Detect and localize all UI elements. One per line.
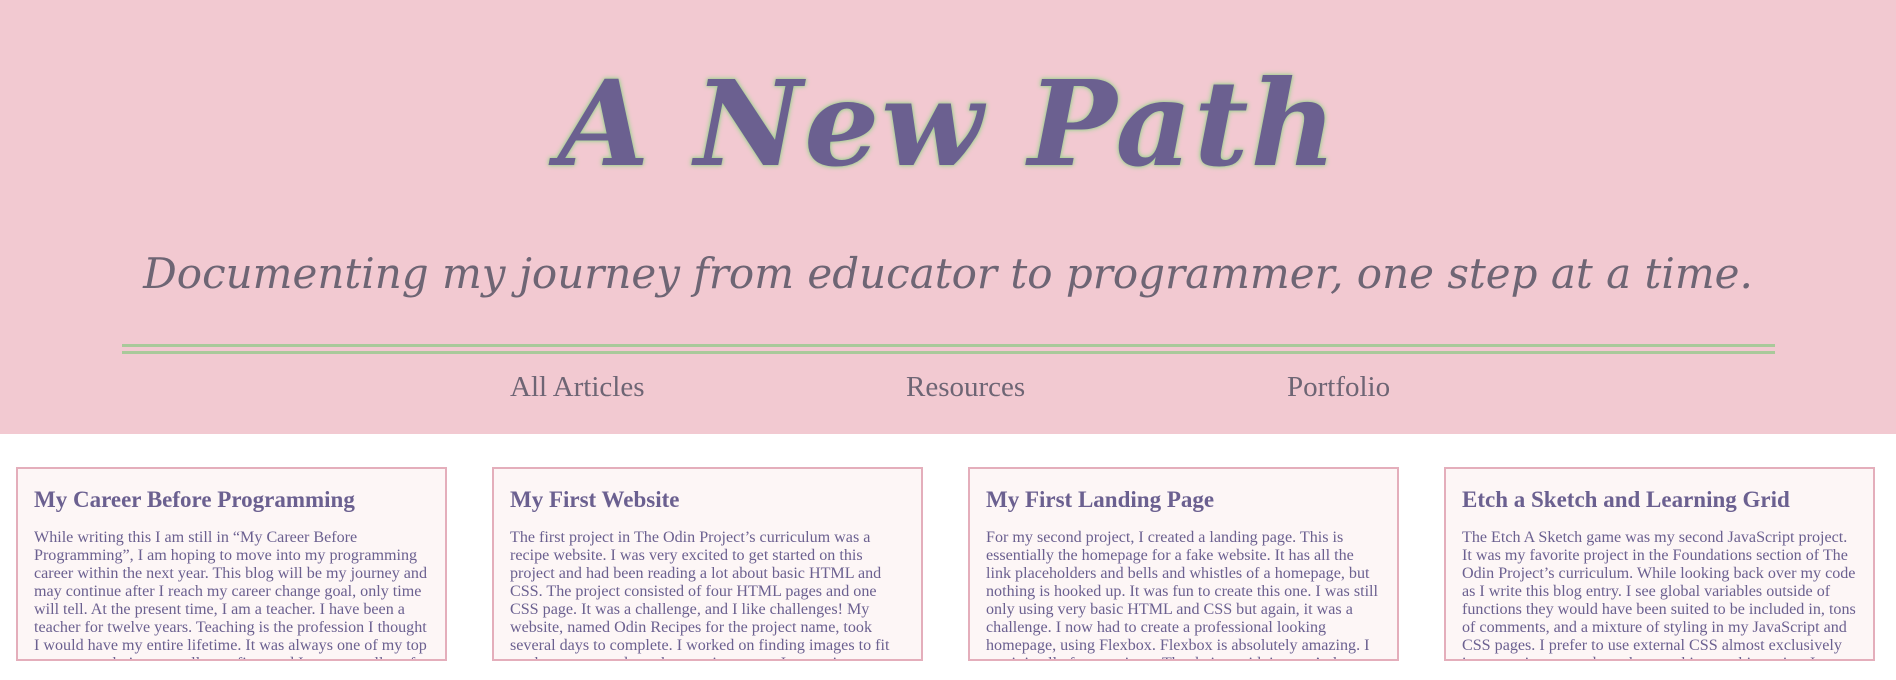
site-title: A New Path xyxy=(557,54,1339,193)
article-title[interactable]: My Career Before Programming xyxy=(34,483,429,517)
article-title[interactable]: My First Landing Page xyxy=(986,483,1381,517)
article-list: My Career Before Programming While writi… xyxy=(0,434,1896,680)
header-divider-top xyxy=(122,344,1775,347)
nav-link-resources[interactable]: Resources xyxy=(906,366,1025,408)
site-tagline: Documenting my journey from educator to … xyxy=(143,249,1753,298)
article-excerpt: The Etch A Sketch game was my second Jav… xyxy=(1462,529,1856,659)
article-title[interactable]: Etch a Sketch and Learning Grid xyxy=(1462,483,1857,517)
main-nav: All Articles Resources Portfolio xyxy=(0,366,1896,408)
article-card[interactable]: My Career Before Programming While writi… xyxy=(16,467,447,661)
article-excerpt: For my second project, I created a landi… xyxy=(986,529,1378,659)
article-card[interactable]: My First Landing Page For my second proj… xyxy=(968,467,1399,661)
article-title[interactable]: My First Website xyxy=(510,483,905,517)
article-excerpt: While writing this I am still in “My Car… xyxy=(34,529,429,659)
nav-link-all-articles[interactable]: All Articles xyxy=(510,366,645,408)
article-excerpt: The first project in The Odin Project’s … xyxy=(510,529,890,659)
article-card[interactable]: My First Website The first project in Th… xyxy=(492,467,923,661)
article-card[interactable]: Etch a Sketch and Learning Grid The Etch… xyxy=(1444,467,1875,661)
site-header: A New Path Documenting my journey from e… xyxy=(0,0,1896,434)
header-divider-bottom xyxy=(122,351,1775,354)
nav-link-portfolio[interactable]: Portfolio xyxy=(1287,366,1390,408)
